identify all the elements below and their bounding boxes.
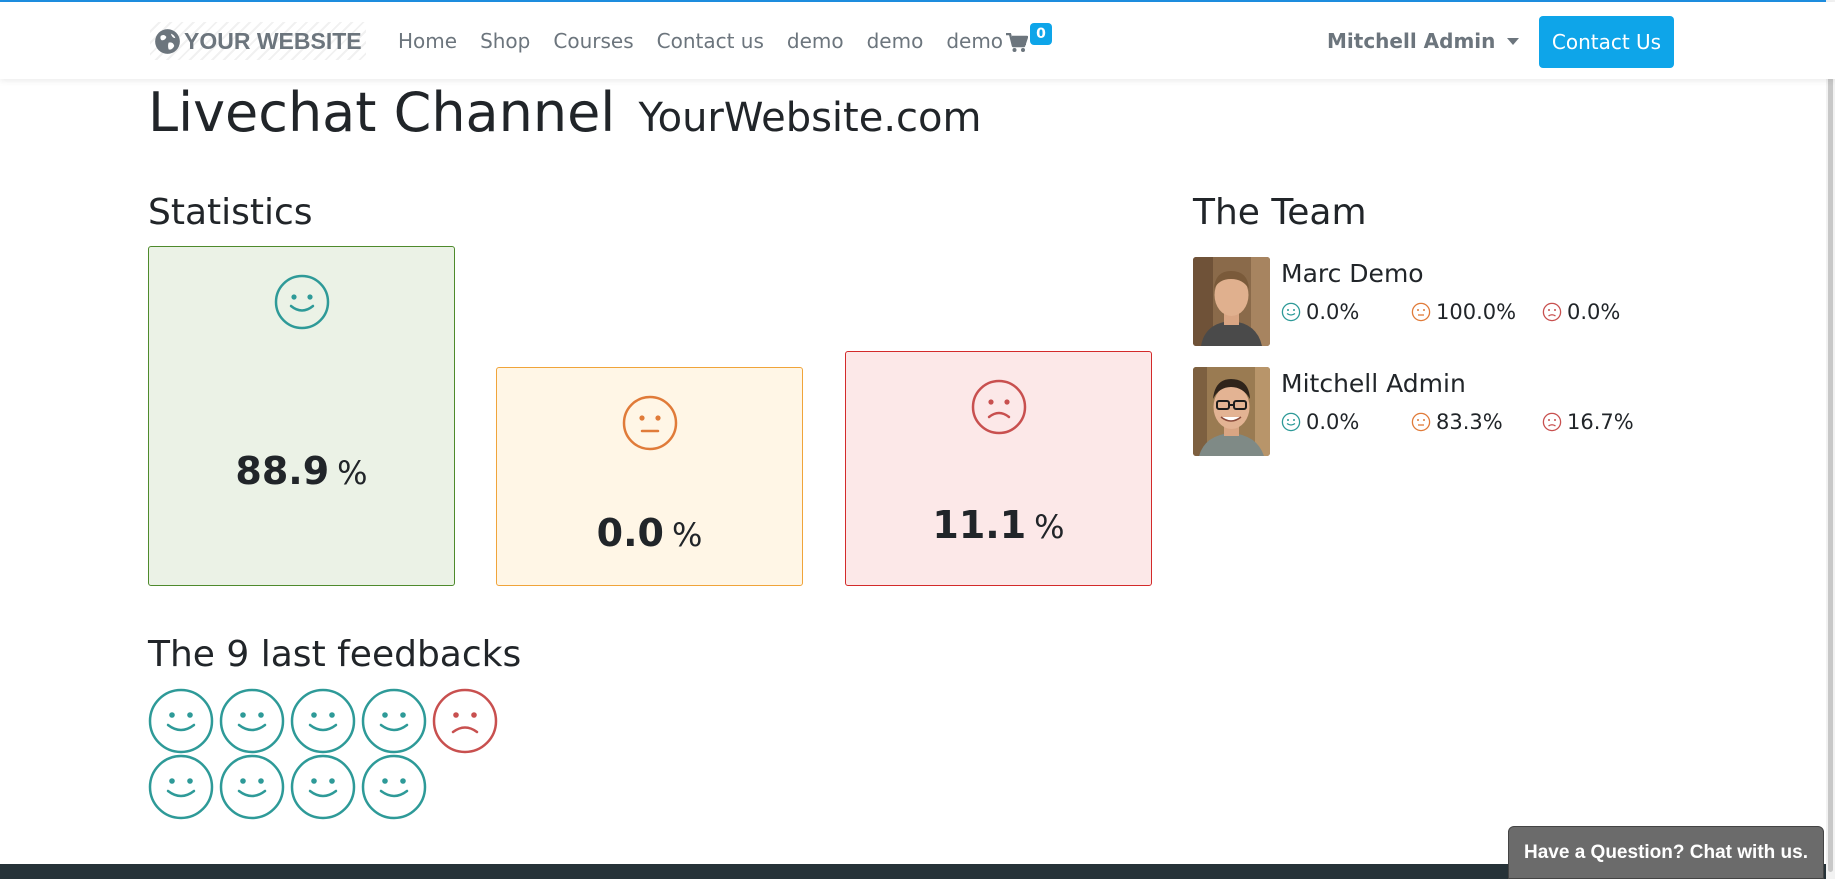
menu-item-home[interactable]: Home [398,28,457,54]
menu-item-contact-us[interactable]: Contact us [657,28,764,54]
happy-face-icon [290,754,356,820]
feedbacks-row [148,754,508,820]
menu-item-courses[interactable]: Courses [553,28,633,54]
menu-item-demo-2[interactable]: demo [867,28,924,54]
contact-us-button[interactable]: Contact Us [1539,16,1674,68]
statistics-heading: Statistics [148,192,313,233]
neutral-face-icon [622,395,677,451]
site-logo[interactable]: YOUR WEBSITE [150,22,366,60]
stat-unhappy-number: 11.1 [932,503,1027,547]
happy-face-icon [148,754,214,820]
happy-face-icon [274,274,329,330]
avatar [1193,257,1270,346]
happy-face-icon [361,754,427,820]
unhappy-face-icon [1542,412,1562,432]
member-happy-value: 0.0% [1306,300,1360,324]
member-name: Marc Demo [1281,259,1424,288]
menu-item-shop[interactable]: Shop [480,28,530,54]
menu-item-demo-1[interactable]: demo [787,28,844,54]
member-unhappy-value: 16.7% [1567,410,1634,434]
feedbacks-heading: The 9 last feedbacks [148,634,522,675]
happy-face-icon [219,754,285,820]
cart-count-badge: 0 [1030,23,1052,45]
shopping-cart-icon [1006,33,1028,52]
feedbacks-list [148,688,508,820]
chevron-down-icon [1507,37,1520,45]
member-neutral-rate: 100.0% [1411,300,1516,324]
happy-face-icon [290,688,356,754]
team-member: Marc Demo 0.0% 100.0% 0.0% [1193,257,1620,347]
member-unhappy-rate: 0.0% [1542,300,1620,324]
feedbacks-row [148,688,508,754]
vertical-scrollbar[interactable] [1826,0,1835,879]
stat-card-neutral: 0.0% [496,367,803,586]
stat-unhappy-value: 11.1% [846,503,1151,547]
stat-neutral-value: 0.0% [497,511,802,555]
member-unhappy-value: 0.0% [1567,300,1621,324]
happy-face-icon [1281,412,1301,432]
page-subtitle: YourWebsite.com [638,95,982,141]
happy-face-icon [148,688,214,754]
stat-card-unhappy: 11.1% [845,351,1152,586]
site-logo-text: YOUR WEBSITE [184,27,362,54]
unhappy-face-icon [971,379,1026,435]
user-name: Mitchell Admin [1327,29,1496,53]
stat-card-happy: 88.9% [148,246,455,586]
user-menu-dropdown[interactable]: Mitchell Admin [1327,28,1520,54]
unhappy-face-icon [1542,302,1562,322]
stat-neutral-number: 0.0 [596,511,664,555]
main-menu: Home Shop Courses Contact us demo demo d… [398,28,1026,54]
livechat-button[interactable]: Have a Question? Chat with us. [1508,826,1824,879]
avatar [1193,367,1270,456]
member-neutral-value: 100.0% [1436,300,1517,324]
scrollbar-thumb[interactable] [1828,2,1833,872]
member-happy-rate: 0.0% [1281,300,1359,324]
stat-happy-value: 88.9% [149,449,454,493]
member-happy-rate: 0.0% [1281,410,1359,434]
member-name: Mitchell Admin [1281,369,1466,398]
team-member: Mitchell Admin 0.0% 83.3% 16.7% [1193,367,1634,457]
page-title-text: Livechat Channel [148,81,616,144]
happy-face-icon [219,688,285,754]
neutral-face-icon [1411,302,1431,322]
menu-item-demo-3[interactable]: demo [946,28,1003,54]
stat-happy-unit: % [337,454,368,492]
stat-neutral-unit: % [671,516,703,554]
member-neutral-rate: 83.3% [1411,410,1503,434]
member-neutral-value: 83.3% [1436,410,1503,434]
stat-unhappy-unit: % [1034,508,1065,546]
cart-link[interactable]: 0 [1006,23,1066,58]
page-title: Livechat Channel YourWebsite.com [148,78,981,153]
team-heading: The Team [1193,192,1367,233]
unhappy-face-icon [432,688,498,754]
neutral-face-icon [1411,412,1431,432]
happy-face-icon [361,688,427,754]
stat-happy-number: 88.9 [235,449,330,493]
member-unhappy-rate: 16.7% [1542,410,1634,434]
navbar: YOUR WEBSITE Home Shop Courses Contact u… [0,2,1835,79]
globe-icon [155,28,180,54]
happy-face-icon [1281,302,1301,322]
member-happy-value: 0.0% [1306,410,1360,434]
